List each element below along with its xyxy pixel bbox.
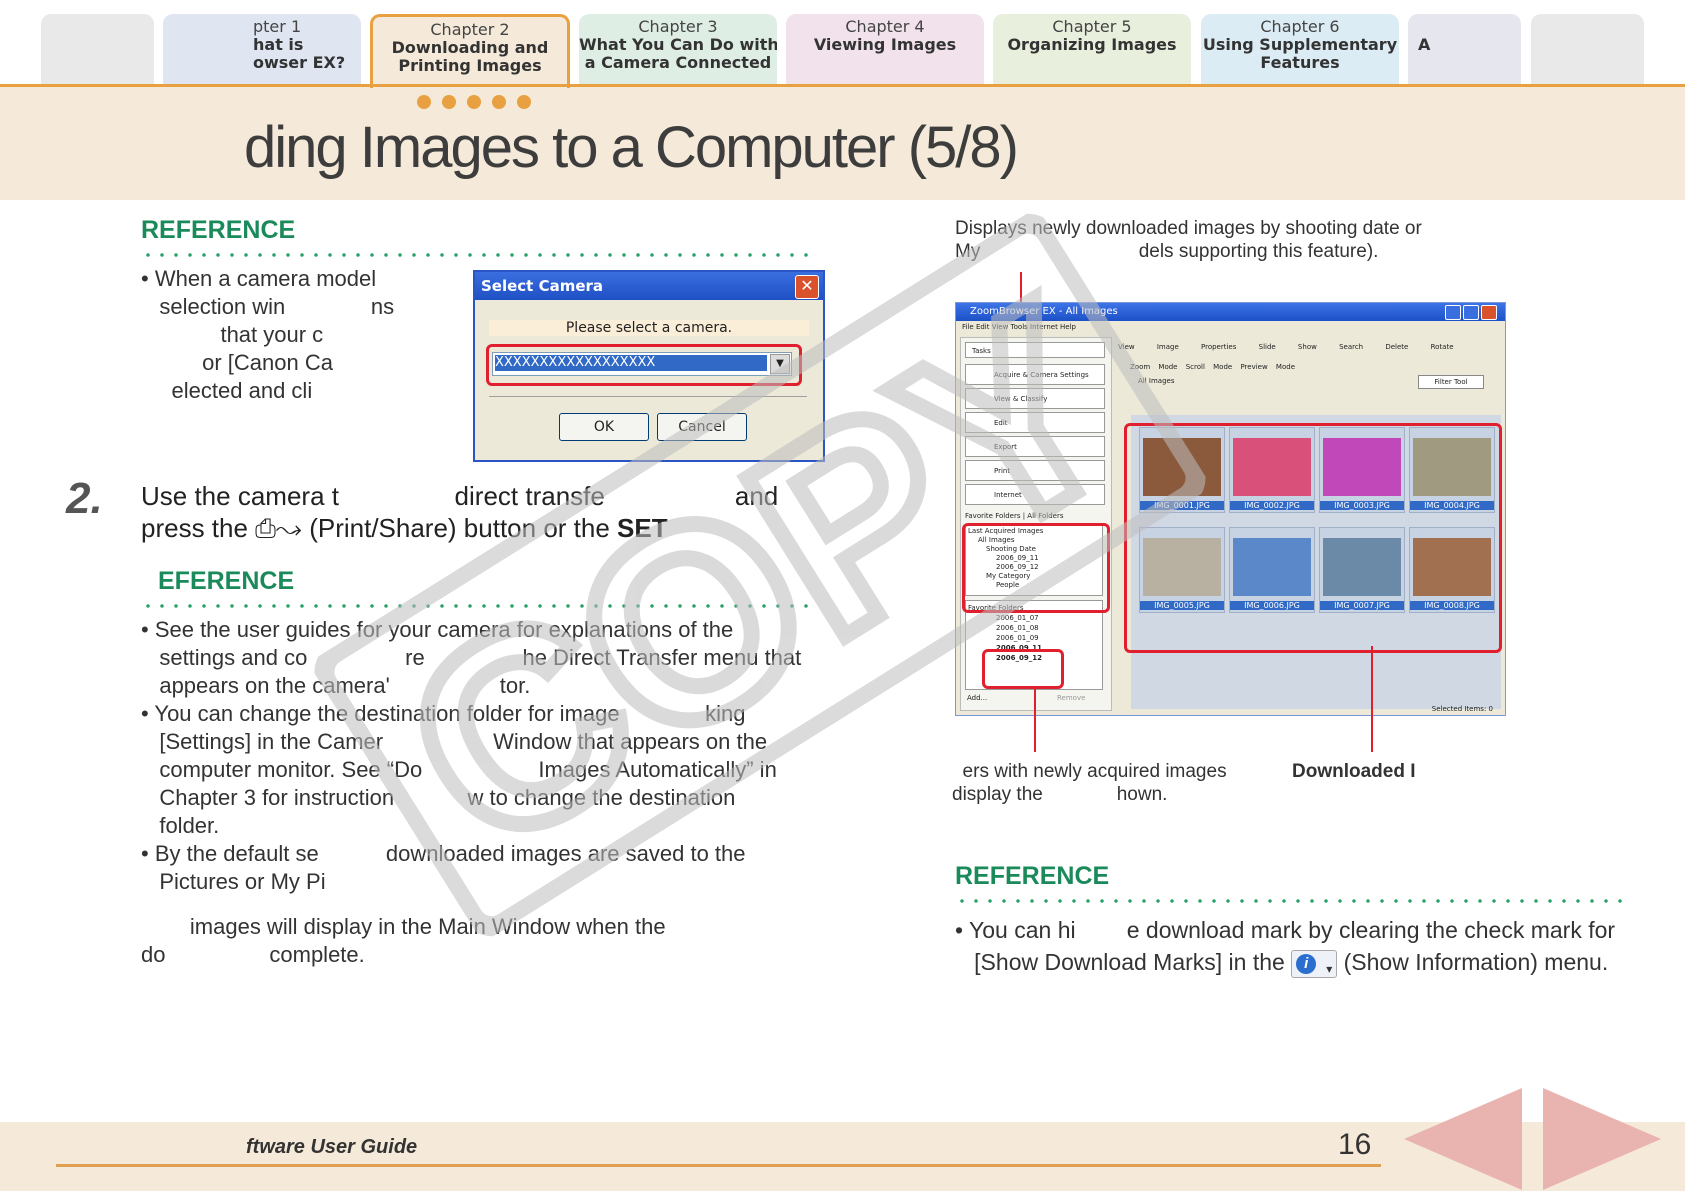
tab-appendix[interactable]: A xyxy=(1408,14,1521,84)
zb-remove-button: Remove xyxy=(1057,694,1086,702)
close-icon xyxy=(1481,305,1497,320)
reference-heading: REFERENCE xyxy=(955,862,1110,890)
tab-leftmost[interactable] xyxy=(41,14,154,84)
dotted-rule xyxy=(955,899,1625,903)
tab-chapter-5-number: Chapter 5 xyxy=(1052,17,1132,36)
highlight-folder-box xyxy=(982,649,1064,689)
zb-view-tabs: Zoom Mode Scroll Mode Preview Mode xyxy=(1130,363,1295,371)
zb-filter-tool: Filter Tool xyxy=(1418,375,1484,389)
reference-3-line-2: [Show Download Marks] in the i ▾ (Show In… xyxy=(955,949,1609,978)
tab-chapter-4-number: Chapter 4 xyxy=(845,17,925,36)
close-icon[interactable]: ✕ xyxy=(795,275,819,299)
tab-chapter-2[interactable]: Chapter 2 Downloading and Printing Image… xyxy=(370,14,570,88)
tab-chapter-6[interactable]: Chapter 6 Using Supplementary Features xyxy=(1201,14,1399,84)
tab-rightmost[interactable] xyxy=(1531,14,1644,84)
page-number: 16 xyxy=(1338,1128,1372,1161)
ok-button[interactable]: OK xyxy=(559,413,649,441)
tab-chapter-4-title: Viewing Images xyxy=(813,35,957,54)
tab-underline xyxy=(0,84,1685,87)
caption-bottom-right: Downloaded I xyxy=(1292,761,1416,782)
minimize-icon xyxy=(1445,305,1461,320)
footer-guide-title: ftware User Guide xyxy=(246,1136,418,1158)
zb-status: Selected Items: 0 xyxy=(1431,705,1493,713)
reference-note-text: • When a camera model selection win ns t… xyxy=(141,266,395,403)
caption-bottom-left: ers with newly acquired images display t… xyxy=(952,761,1227,805)
tab-chapter-4[interactable]: Chapter 4 Viewing Images xyxy=(786,14,984,84)
tab-chapter-3-number: Chapter 3 xyxy=(638,17,718,36)
dotted-rule xyxy=(141,253,811,257)
leader-line xyxy=(1371,646,1373,752)
leader-line xyxy=(1034,686,1036,752)
tab-chapter-2-title: Downloading and Printing Images xyxy=(391,38,549,75)
tab-chapter-6-number: Chapter 6 xyxy=(1260,17,1340,36)
tab-appendix-title: A xyxy=(1418,35,1431,54)
chapter-tab-bar: pter 1 hat is owser EX? Chapter 2 Downlo… xyxy=(0,0,1685,88)
dialog-prompt: Please select a camera. xyxy=(489,320,809,336)
prev-page-icon[interactable] xyxy=(1404,1088,1522,1194)
reference-heading: REFERENCE xyxy=(141,216,296,244)
tab-chapter-2-number: Chapter 2 xyxy=(430,20,510,39)
tab-chapter-5[interactable]: Chapter 5 Organizing Images xyxy=(993,14,1191,84)
tab-chapter-6-title: Using Supplementary Features xyxy=(1202,35,1398,72)
maximize-icon xyxy=(1463,305,1479,320)
tab-chapter-3-title: What You Can Do with a Camera Connected xyxy=(579,35,777,72)
highlight-box xyxy=(486,344,802,386)
dialog-title: Select Camera xyxy=(475,272,823,300)
zb-toolbar: View Image Properties Slide Show Search … xyxy=(1118,343,1454,351)
reference-3-line-1: • You can hi e download mark by clearing… xyxy=(955,917,1616,943)
tab-chapter-1-number: pter 1 xyxy=(253,17,302,36)
footer-line xyxy=(56,1164,1381,1167)
show-information-icon: i ▾ xyxy=(1291,949,1338,978)
tab-chapter-1-title: hat is owser EX? xyxy=(253,35,346,72)
after-note: images will display in the Main Window w… xyxy=(141,914,666,967)
next-page-icon[interactable] xyxy=(1543,1088,1661,1194)
tab-chapter-3[interactable]: Chapter 3 What You Can Do with a Camera … xyxy=(579,14,777,84)
tab-chapter-1[interactable]: pter 1 hat is owser EX? xyxy=(163,14,361,84)
print-share-icon: ⎙↝ xyxy=(255,513,302,543)
section-progress-dots xyxy=(417,94,542,113)
zb-add-button: Add... xyxy=(967,694,988,702)
page-title: ding Images to a Computer (5/8) xyxy=(244,115,1019,180)
step-number: 2. xyxy=(66,474,103,523)
reference-heading: EFERENCE xyxy=(158,567,295,595)
tab-chapter-5-title: Organizing Images xyxy=(1007,35,1177,54)
